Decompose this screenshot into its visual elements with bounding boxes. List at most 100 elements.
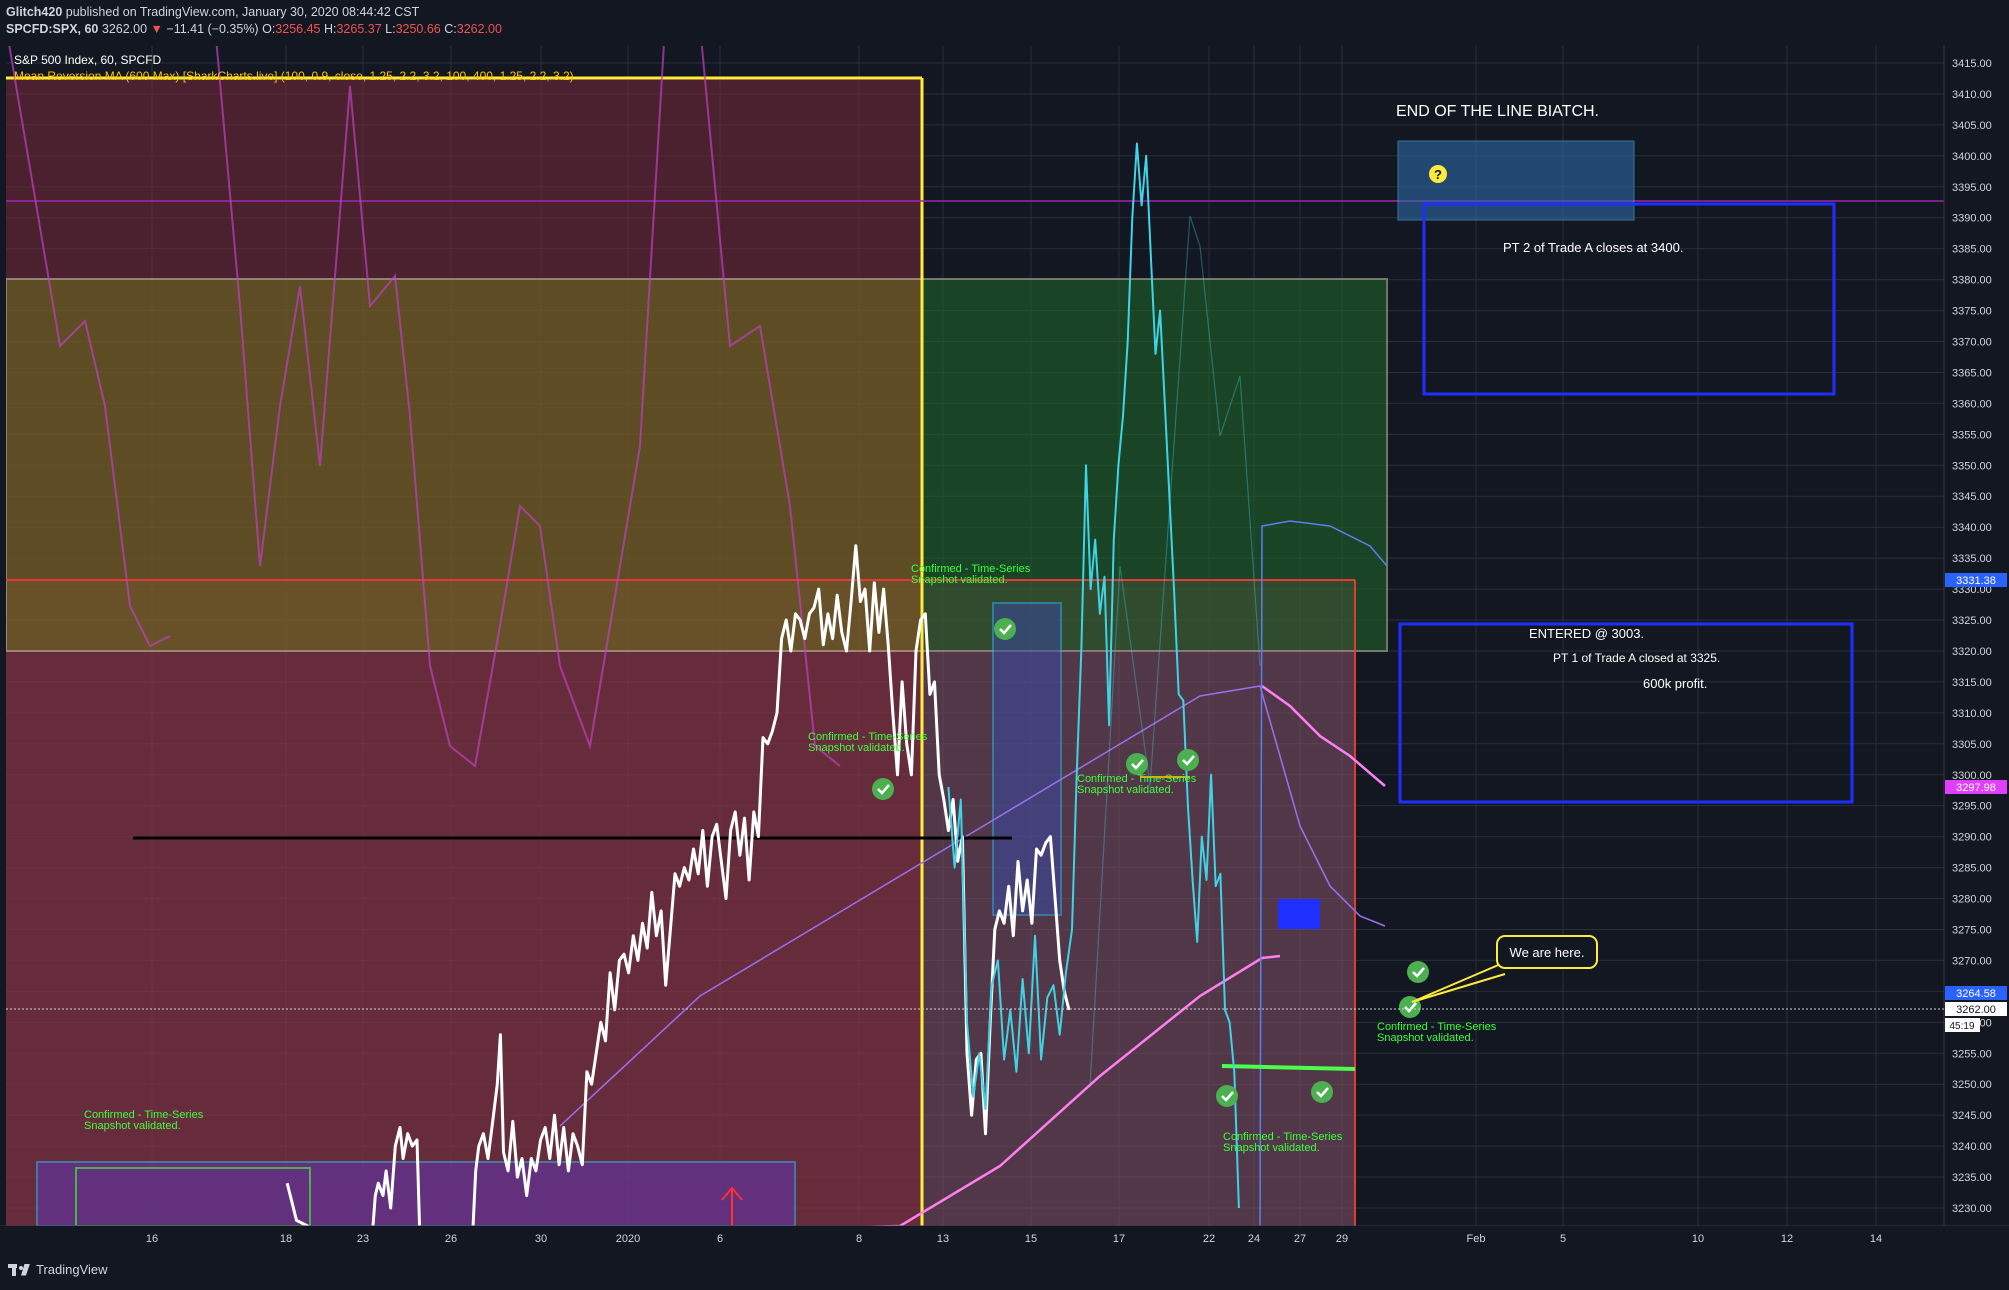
y-tick-label: 3390.00 — [1952, 213, 1992, 225]
y-tick-label: 3315.00 — [1952, 677, 1992, 689]
y-tick-label: 3335.00 — [1952, 553, 1992, 565]
x-axis-ticks: 16 18 23 26 30 2020 6 8 13 15 17 22 24 27 29 Feb 5 10 12 14 — [146, 1233, 1882, 1245]
y-tick-label: 3380.00 — [1952, 275, 1992, 287]
check-icon — [1407, 961, 1429, 983]
y-tick-label: 3270.00 — [1952, 955, 1992, 967]
confirmed-label-line2: Snapshot validated. — [808, 742, 905, 754]
y-tick-label: 3275.00 — [1952, 924, 1992, 936]
x-tick-label: 12 — [1781, 1233, 1793, 1245]
price-change: −11.41 (−0.35%) — [166, 22, 259, 36]
x-tick-label: 17 — [1113, 1233, 1125, 1245]
chart-area[interactable]: ? We are here. END OF THE LINE BIATCH. P… — [0, 46, 2009, 1226]
open-value: 3256.45 — [275, 22, 321, 36]
svg-text:3262.00: 3262.00 — [1956, 1004, 1996, 1016]
svg-text:3264.58: 3264.58 — [1956, 988, 1996, 1000]
profit-text: 600k profit. — [1643, 676, 1707, 691]
y-tick-label: 3350.00 — [1952, 460, 1992, 472]
y-tick-label: 3320.00 — [1952, 646, 1992, 658]
y-tick-label: 3360.00 — [1952, 398, 1992, 410]
series-legend: S&P 500 Index, 60, SPCFD — [14, 53, 162, 67]
y-tick-label: 3230.00 — [1952, 1203, 1992, 1215]
confirmed-label-line2: Snapshot validated. — [1223, 1142, 1320, 1154]
y-tick-label: 3325.00 — [1952, 615, 1992, 627]
x-tick-label: 22 — [1203, 1233, 1215, 1245]
chart-header: Glitch420 published on TradingView.com, … — [0, 0, 2009, 46]
tradingview-logo-icon — [8, 1263, 30, 1276]
high-value: 3265.37 — [336, 22, 382, 36]
confirmed-label-line2: Snapshot validated. — [84, 1120, 181, 1132]
x-tick-label: 10 — [1692, 1233, 1704, 1245]
tradingview-logo[interactable]: TradingView — [8, 1262, 108, 1277]
x-tick-label: 30 — [535, 1233, 547, 1245]
low-value: 3250.66 — [395, 22, 441, 36]
check-icon — [994, 618, 1016, 640]
high-label: H: — [323, 22, 337, 36]
y-tick-label: 3310.00 — [1952, 708, 1992, 720]
x-tick-label: 29 — [1336, 1233, 1348, 1245]
y-tick-label: 3405.00 — [1952, 120, 1992, 132]
price-badge-3264: 3264.58 — [1945, 986, 2007, 1000]
y-tick-label: 3300.00 — [1952, 770, 1992, 782]
symbol-label[interactable]: SPCFD:SPX, 60 — [6, 22, 98, 36]
svg-text:45:19: 45:19 — [1949, 1021, 1974, 1032]
y-tick-label: 3365.00 — [1952, 367, 1992, 379]
y-tick-label: 3250.00 — [1952, 1079, 1992, 1091]
y-tick-label: 3235.00 — [1952, 1172, 1992, 1184]
y-tick-label: 3290.00 — [1952, 832, 1992, 844]
y-tick-label: 3385.00 — [1952, 244, 1992, 256]
x-tick-label: 2020 — [616, 1233, 640, 1245]
y-tick-label: 3295.00 — [1952, 801, 1992, 813]
question-mark-text: ? — [1434, 167, 1442, 182]
x-tick-label: 26 — [445, 1233, 457, 1245]
y-tick-label: 3280.00 — [1952, 894, 1992, 906]
x-tick-label: 6 — [717, 1233, 723, 1245]
y-tick-label: 3415.00 — [1952, 58, 1992, 70]
svg-text:3297.98: 3297.98 — [1956, 782, 1996, 794]
check-icon — [1311, 1081, 1333, 1103]
cyan-box-mid — [992, 602, 1062, 916]
x-tick-label: 5 — [1560, 1233, 1566, 1245]
y-tick-label: 3245.00 — [1952, 1110, 1992, 1122]
close-label: C: — [444, 22, 457, 36]
tradingview-brand: TradingView — [36, 1262, 108, 1277]
check-icon — [872, 778, 894, 800]
y-tick-label: 3305.00 — [1952, 739, 1992, 751]
blue-small-box — [1278, 899, 1320, 929]
pt2-text: PT 2 of Trade A closes at 3400. — [1503, 240, 1683, 255]
close-value: 3262.00 — [456, 22, 502, 36]
price-badge-3297: 3297.98 — [1945, 780, 2007, 794]
entered-text: ENTERED @ 3003. — [1529, 626, 1644, 641]
x-tick-label: 24 — [1248, 1233, 1260, 1245]
x-tick-label: 23 — [357, 1233, 369, 1245]
price-badge-3331: 3331.38 — [1945, 573, 2007, 587]
y-tick-label: 3410.00 — [1952, 89, 1992, 101]
check-icon — [1177, 749, 1199, 771]
x-tick-label: 27 — [1294, 1233, 1306, 1245]
confirmed-label-line2: Snapshot validated. — [1377, 1032, 1474, 1044]
y-tick-label: 3285.00 — [1952, 863, 1992, 875]
x-tick-label: Feb — [1467, 1233, 1486, 1245]
publish-line: Glitch420 published on TradingView.com, … — [6, 5, 419, 19]
y-tick-label: 3370.00 — [1952, 337, 1992, 349]
down-arrow-icon: ▼ — [150, 22, 163, 36]
time-axis[interactable]: 16 18 23 26 30 2020 6 8 13 15 17 22 24 27 29 Feb 5 10 12 14 — [0, 1226, 1944, 1252]
svg-text:3331.38: 3331.38 — [1956, 575, 1996, 587]
footer: 16 18 23 26 30 2020 6 8 13 15 17 22 24 27 29 Feb 5 10 12 14… — [0, 1226, 2009, 1290]
confirmed-label-line2: Snapshot validated. — [1077, 784, 1174, 796]
x-tick-label: 13 — [937, 1233, 949, 1245]
y-tick-label: 3255.00 — [1952, 1048, 1992, 1060]
symbol-line: SPCFD:SPX, 60 3262.00 ▼ −11.41 (−0.35%) … — [6, 22, 502, 36]
x-tick-label: 18 — [280, 1233, 292, 1245]
y-tick-label: 3240.00 — [1952, 1141, 1992, 1153]
indicator-legend: Mean Reversion MA (600 Max) [SharkCharts… — [14, 69, 574, 83]
last-price: 3262.00 — [101, 22, 148, 36]
y-tick-label: 3355.00 — [1952, 429, 1992, 441]
check-icon — [1216, 1085, 1238, 1107]
end-of-line-text: END OF THE LINE BIATCH. — [1396, 103, 1599, 120]
pt1-text: PT 1 of Trade A closed at 3325. — [1553, 651, 1720, 665]
price-badge-current: 3262.00 — [1945, 1002, 2007, 1016]
y-tick-label: 3375.00 — [1952, 306, 1992, 318]
author-name[interactable]: Glitch420 — [6, 5, 62, 19]
y-tick-label: 3400.00 — [1952, 151, 1992, 163]
x-tick-label: 16 — [146, 1233, 158, 1245]
